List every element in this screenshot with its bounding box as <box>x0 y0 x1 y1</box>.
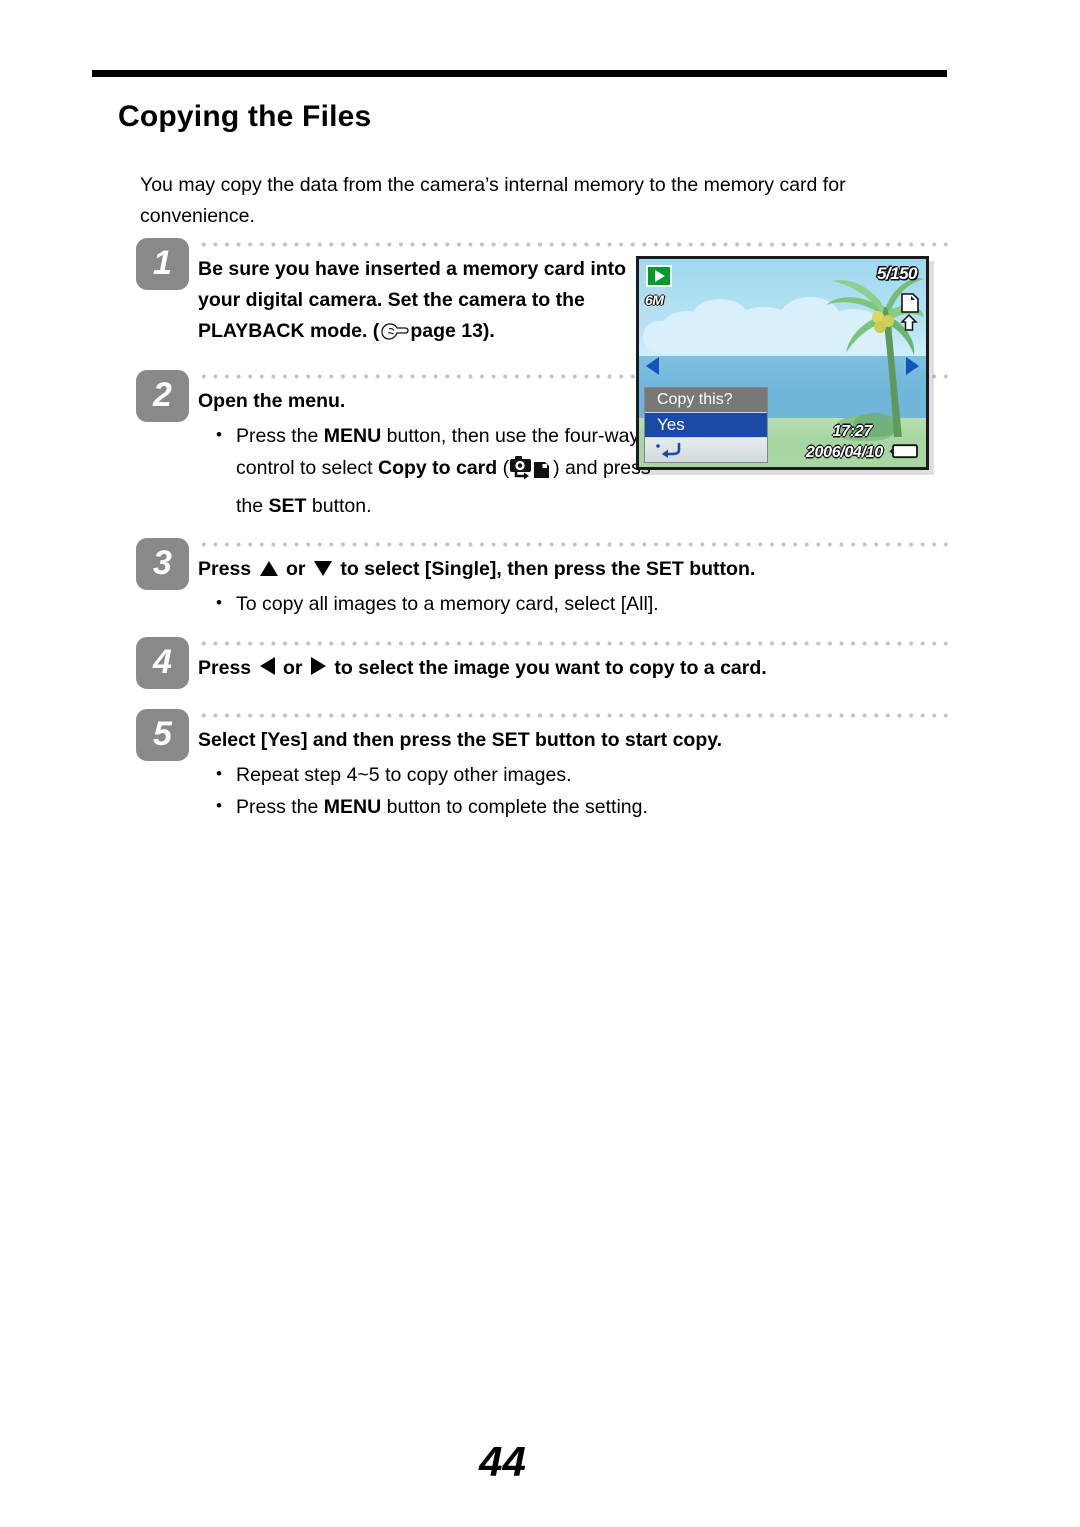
memory-card-copy-icon <box>898 293 920 333</box>
playback-mode-icon <box>646 265 672 287</box>
resolution-indicator: 6M <box>645 292 664 308</box>
copy-to-card-label: Copy to card <box>377 457 498 479</box>
arrow-right-icon <box>310 657 326 675</box>
step-number-badge: 1 <box>136 238 189 290</box>
dialog-back-row[interactable] <box>645 438 767 462</box>
step-separator <box>198 712 948 719</box>
step-3: 3 Press or to select [Single], then pres… <box>136 538 948 637</box>
camera-lcd-illustration: 6M 5/150 17:27 2006/04/10 Copy this? Yes <box>636 256 929 470</box>
copy-confirmation-dialog: Copy this? Yes <box>644 387 768 463</box>
frame-counter: 5/150 <box>876 264 918 283</box>
header-rule <box>92 70 947 77</box>
bullet-text-part2: button to complete the setting. <box>381 796 648 818</box>
camera-lcd-screen: 6M 5/150 17:27 2006/04/10 Copy this? Yes <box>639 259 926 467</box>
menu-button-label: MENU <box>323 796 382 818</box>
step-1-text-part2: page 13). <box>410 320 495 342</box>
battery-icon <box>889 444 919 459</box>
step-number-badge: 4 <box>136 637 189 689</box>
page-number: 44 <box>479 1438 526 1485</box>
list-item: To copy all images to a memory card, sel… <box>198 587 948 620</box>
step-3-text-after: to select [Single], then press the SET b… <box>340 558 756 580</box>
step-5: 5 Select [Yes] and then press the SET bu… <box>136 709 948 829</box>
return-arrow-icon <box>656 442 681 458</box>
copy-to-card-icon <box>509 454 553 490</box>
step-4-text-after: to select the image you want to copy to … <box>334 657 767 679</box>
step-separator <box>198 541 948 548</box>
step-4-or-label: or <box>282 657 303 679</box>
dialog-option-yes[interactable]: Yes <box>645 412 767 438</box>
step-1-text: Be sure you have inserted a memory card … <box>198 238 668 351</box>
time-indicator: 17:27 <box>832 423 873 440</box>
list-item: Press the MENU button to complete the se… <box>198 790 948 823</box>
dialog-title: Copy this? <box>645 388 767 412</box>
bullet-text-part3: ( <box>497 457 510 479</box>
bullet-text-part1: Press the <box>236 796 324 818</box>
pointing-hand-icon <box>379 320 409 351</box>
set-button-label: SET <box>268 495 307 517</box>
list-item: Repeat step 4~5 to copy other images. <box>198 758 948 791</box>
intro-paragraph: You may copy the data from the camera’s … <box>140 174 846 227</box>
step-number-badge: 3 <box>136 538 189 590</box>
page-title: Copying the Files <box>118 100 372 133</box>
step-3-or-label: or <box>285 558 306 580</box>
bullet-text-part5: button. <box>306 495 372 517</box>
step-4-press-label: Press <box>198 657 252 679</box>
step-3-press-label: Press <box>198 558 252 580</box>
step-5-bullets: Repeat step 4~5 to copy other images. Pr… <box>198 758 948 823</box>
arrow-up-icon <box>259 561 278 576</box>
step-number-badge: 5 <box>136 709 189 761</box>
nav-arrow-left-icon[interactable] <box>646 356 659 375</box>
arrow-left-icon <box>259 657 275 675</box>
step-number-badge: 2 <box>136 370 189 422</box>
arrow-down-icon <box>313 561 332 576</box>
nav-arrow-right-icon[interactable] <box>906 356 919 375</box>
manual-page: Copying the Files You may copy the data … <box>0 0 1080 1527</box>
step-3-bullets: To copy all images to a memory card, sel… <box>198 587 948 620</box>
step-separator <box>198 241 948 248</box>
bullet-text-part1: Press the <box>236 425 324 447</box>
step-separator <box>198 640 948 647</box>
menu-button-label: MENU <box>323 425 382 447</box>
step-4: 4 Press or to select the image you want … <box>136 637 948 709</box>
date-indicator: 2006/04/10 <box>805 444 883 461</box>
list-item: Press the MENU button, then use the four… <box>198 419 668 522</box>
